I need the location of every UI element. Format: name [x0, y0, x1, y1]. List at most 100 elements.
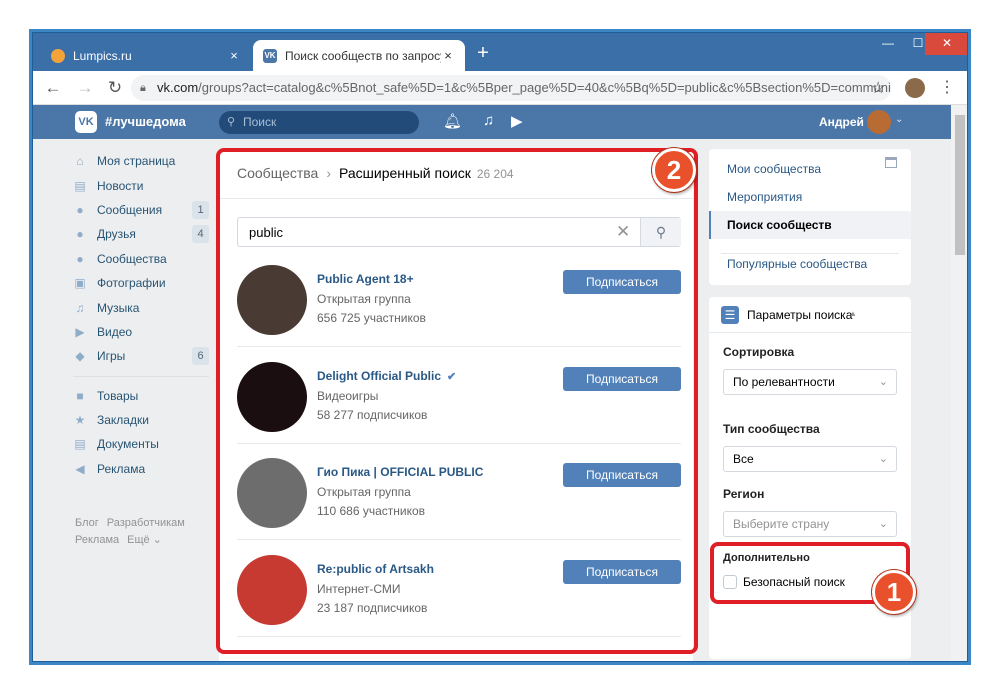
sidebar-item-label: Игры — [97, 349, 126, 364]
sort-select[interactable]: По релевантности ⌄ — [723, 369, 897, 395]
communities-nav-item[interactable]: Популярные сообщества — [709, 250, 911, 278]
browser-profile-avatar[interactable] — [905, 78, 925, 98]
tab-bar: Lumpics.ru × VK Поиск сообществ по запро… — [33, 33, 967, 71]
sort-label: Сортировка — [723, 345, 795, 359]
url-host: vk.com — [157, 80, 199, 95]
vk-header: VK #лучшедома ⚲ Поиск 🔔︎ ♫ ▶ Андрей ⌄ — [33, 105, 951, 139]
games-icon: ◆ — [75, 349, 85, 364]
sidebar-item-friends[interactable]: ● Друзья 4 — [73, 222, 209, 246]
sidebar-item-communities[interactable]: ● Сообщества — [73, 247, 209, 271]
sidebar-item-label: Видео — [97, 324, 133, 339]
friends-icon: ● — [76, 227, 84, 242]
reload-icon[interactable]: ↻ — [105, 78, 125, 98]
forward-icon[interactable]: → — [75, 78, 95, 98]
bookmark-star-icon[interactable]: ☆ — [871, 78, 885, 98]
home-icon: ⌂ — [76, 154, 84, 169]
community-type-value: Все — [733, 452, 754, 466]
communities-icon: ● — [76, 251, 84, 266]
vk-logo[interactable]: VK — [75, 111, 97, 133]
tab-title: Lumpics.ru — [73, 48, 132, 63]
sort-value: По релевантности — [733, 375, 835, 389]
minimize-button[interactable]: — — [873, 33, 903, 55]
sidebar-item-games[interactable]: ◆ Игры 6 — [73, 344, 209, 368]
tab-close-icon[interactable]: × — [227, 48, 241, 63]
filter-sliders-icon: ☰ — [721, 306, 739, 324]
sidebar-item-news[interactable]: ▤ Новости — [73, 173, 209, 197]
bookmarks-icon: ★ — [74, 413, 86, 428]
scrollbar-thumb[interactable] — [955, 115, 965, 255]
sidebar-item-home[interactable]: ⌂ Моя страница — [73, 149, 209, 173]
player-play-icon[interactable]: ▶ — [511, 112, 523, 130]
documents-icon: ▤ — [74, 437, 86, 452]
new-tab-button[interactable]: + — [473, 43, 493, 63]
footer-link-dev[interactable]: Разработчикам — [107, 517, 185, 529]
url-field[interactable]: 🔒︎ vk.com/groups?act=catalog&c%5Bnot_saf… — [131, 75, 891, 101]
counter-badge: 1 — [192, 200, 209, 219]
vk-user-avatar[interactable] — [867, 110, 891, 134]
back-icon[interactable]: ← — [43, 78, 63, 98]
footer-link-blog[interactable]: Блог — [75, 517, 99, 529]
communities-nav-item[interactable]: Мероприятия — [709, 183, 911, 211]
lock-icon: 🔒︎ — [140, 82, 146, 94]
chevron-down-icon: ⌄ — [878, 518, 888, 530]
sidebar-item-ads[interactable]: ◀ Реклама — [73, 457, 209, 481]
sidebar-item-label: Товары — [97, 388, 139, 403]
calendar-icon — [885, 157, 897, 168]
vk-hashtag[interactable]: #лучшедома — [105, 114, 186, 129]
sidebar-item-label: Моя страница — [97, 154, 176, 169]
footer-links: Блог Разработчикам Реклама Ещё ⌄ — [75, 515, 205, 549]
close-window-button[interactable]: ✕ — [925, 33, 967, 55]
tab-close-icon[interactable]: × — [441, 48, 455, 63]
caret-up-icon: ▲ — [849, 309, 857, 318]
community-type-select[interactable]: Все ⌄ — [723, 446, 897, 472]
sidebar-item-messages[interactable]: ● Сообщения 1 — [73, 198, 209, 222]
counter-badge: 6 — [192, 347, 209, 366]
notifications-bell-icon[interactable]: 🔔︎ — [443, 112, 462, 130]
tab-lumpics[interactable]: Lumpics.ru × — [41, 40, 251, 71]
communities-nav: Мои сообщества Мероприятия Поиск сообществ… — [709, 149, 911, 285]
sidebar-item-label: Новости — [97, 178, 144, 193]
screenshot: Lumpics.ru × VK Поиск сообществ по запро… — [0, 0, 1000, 694]
sidebar-item-documents[interactable]: ▤ Документы — [73, 432, 209, 456]
footer-link-ads[interactable]: Реклама — [75, 534, 119, 546]
goods-icon: ■ — [76, 388, 84, 403]
sidebar-item-music[interactable]: ♫ Музыка — [73, 295, 209, 319]
communities-nav-item[interactable]: Поиск сообществ — [709, 211, 911, 239]
footer-link-more[interactable]: Ещё ⌄ — [127, 534, 162, 546]
ads-icon: ◀ — [75, 461, 85, 476]
messages-icon: ● — [76, 202, 84, 217]
music-icon[interactable]: ♫ — [483, 112, 494, 129]
region-select[interactable]: Выберите страну ⌄ — [723, 511, 897, 537]
lumpics-favicon-icon — [51, 48, 65, 63]
vk-search-input[interactable]: ⚲ Поиск — [219, 111, 419, 134]
divider — [721, 253, 899, 254]
search-icon: ⚲ — [227, 116, 236, 128]
sidebar-item-video[interactable]: ▶ Видео — [73, 320, 209, 344]
sidebar-item-label: Друзья — [97, 227, 136, 242]
photos-icon: ▣ — [74, 276, 86, 291]
url-path: /groups?act=catalog&c%5Bnot_safe%5D=1&c%… — [198, 80, 891, 95]
news-icon: ▤ — [74, 178, 86, 193]
sidebar-item-label: Сообщения — [97, 202, 163, 217]
chevron-down-icon[interactable]: ⌄ — [895, 114, 903, 125]
sidebar-item-photos[interactable]: ▣ Фотографии — [73, 271, 209, 295]
sidebar-item-label: Документы — [97, 437, 159, 452]
video-icon: ▶ — [75, 324, 85, 339]
region-placeholder: Выберите страну — [733, 517, 830, 531]
sidebar-item-label: Реклама — [97, 461, 146, 476]
tab-title: Поиск сообществ по запросу p — [285, 48, 441, 63]
community-type-label: Тип сообщества — [723, 422, 820, 436]
region-label: Регион — [723, 487, 765, 501]
scrollbar[interactable] — [951, 105, 967, 661]
params-title: Параметры поиска — [747, 308, 853, 322]
music-icon: ♫ — [75, 300, 85, 315]
vk-user-name[interactable]: Андрей — [819, 115, 864, 129]
tab-vk-search[interactable]: VK Поиск сообществ по запросу p × — [253, 40, 465, 71]
sidebar-item-goods[interactable]: ■ Товары — [73, 384, 209, 408]
left-sidebar: ⌂ Моя страница ▤ Новости ● Сообщения 1 ● Друзья 4… — [73, 149, 209, 481]
communities-nav-item[interactable]: Мои сообщества — [709, 155, 911, 183]
sidebar-item-bookmarks[interactable]: ★ Закладки — [73, 408, 209, 432]
browser-menu-icon[interactable]: ⋮ — [939, 77, 955, 97]
params-header[interactable]: ☰ Параметры поиска ▲ — [709, 297, 911, 333]
divider — [73, 375, 209, 377]
